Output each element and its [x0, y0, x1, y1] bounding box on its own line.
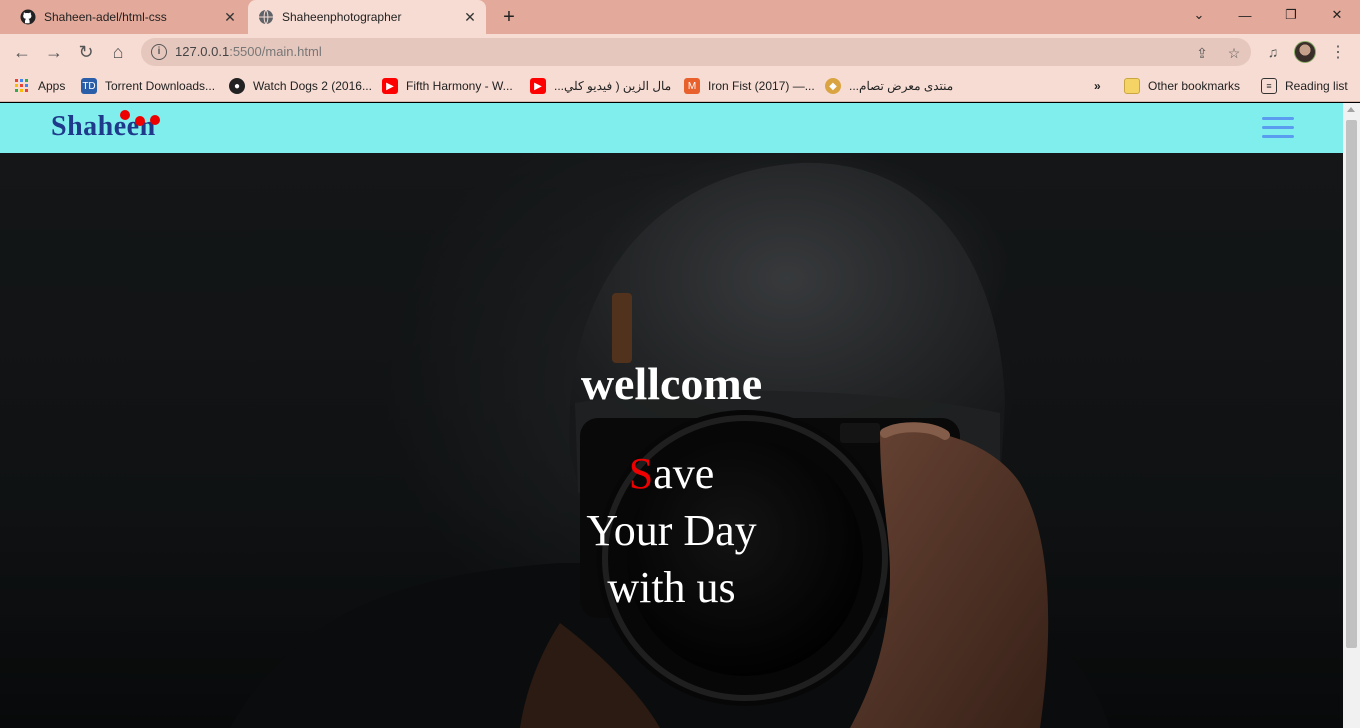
scrollbar-thumb[interactable] — [1346, 120, 1357, 648]
address-url[interactable]: 127.0.0.1:5500/main.html — [175, 44, 322, 59]
hero-welcome-heading: wellcome — [580, 358, 763, 409]
reload-icon[interactable]: ↻ — [74, 40, 98, 64]
share-icon[interactable]: ⇪ — [1193, 44, 1211, 62]
hero-section: wellcome Save Your Day with us — [0, 153, 1343, 728]
bookmark-label: ...منتدى معرض تصام — [849, 79, 954, 93]
tab-search-icon[interactable]: ⌄ — [1176, 0, 1222, 30]
home-icon[interactable]: ⌂ — [106, 40, 130, 64]
reading-list-button[interactable]: ≡ Reading list — [1261, 76, 1348, 96]
hero-text: wellcome Save Your Day with us — [0, 153, 1343, 728]
bookmark-label: Other bookmarks — [1148, 79, 1241, 93]
bookmark-fifth-harmony[interactable]: ▶ Fifth Harmony - W... — [382, 76, 513, 96]
new-tab-button[interactable]: + — [498, 6, 520, 28]
logo-dot — [120, 110, 130, 120]
bookmarks-bar: Apps TD Torrent Downloads... ● Watch Dog… — [0, 70, 1360, 102]
scroll-up-icon[interactable] — [1347, 107, 1355, 112]
tab-shaheenphotographer[interactable]: Shaheenphotographer ✕ — [248, 0, 486, 34]
globe-icon — [258, 9, 274, 25]
bookmark-arabic-video[interactable]: ▶ ...مال الزين ( فيديو كلي — [530, 76, 671, 96]
bookmark-watch-dogs[interactable]: ● Watch Dogs 2 (2016... — [229, 76, 372, 96]
media-control-icon[interactable]: ♫ — [1264, 43, 1282, 61]
iron-fist-icon: M — [684, 78, 700, 94]
watch-dogs-icon: ● — [229, 78, 245, 94]
site-header: Shaheen — [0, 103, 1343, 153]
forward-icon[interactable]: → — [42, 40, 66, 64]
bookmark-forum[interactable]: ◆ ...منتدى معرض تصام — [825, 76, 953, 96]
logo-dot — [150, 115, 160, 125]
tab-title: Shaheenphotographer — [282, 10, 402, 24]
forum-icon: ◆ — [825, 78, 841, 94]
torrent-icon: TD — [81, 78, 97, 94]
youtube-icon: ▶ — [382, 78, 398, 94]
tagline-line-3: with us — [607, 563, 736, 612]
close-icon[interactable]: ✕ — [462, 9, 478, 25]
close-icon[interactable]: ✕ — [222, 9, 238, 25]
logo-dot — [135, 116, 145, 126]
address-bar[interactable]: i 127.0.0.1:5500/main.html ⇪ ☆ — [141, 38, 1251, 66]
youtube-icon: ▶ — [530, 78, 546, 94]
bookmark-label: Torrent Downloads... — [105, 79, 216, 93]
hamburger-menu-icon[interactable] — [1262, 117, 1294, 139]
site-info-icon[interactable]: i — [151, 44, 167, 60]
bookmark-torrent[interactable]: TD Torrent Downloads... — [81, 76, 215, 96]
apps-grid-icon — [14, 78, 30, 94]
back-icon[interactable]: ← — [10, 40, 34, 64]
bookmark-label: Watch Dogs 2 (2016... — [253, 79, 372, 93]
tab-strip: Shaheen-adel/html-css ✕ Shaheenphotograp… — [0, 0, 1360, 34]
page-viewport: Shaheen wellcome Save Your Day with us — [0, 103, 1343, 728]
menu-kebab-icon[interactable]: ⋮ — [1329, 43, 1347, 61]
url-path: :5500/main.html — [229, 44, 322, 59]
bookmark-iron-fist[interactable]: M Iron Fist (2017) —... — [684, 76, 815, 96]
bookmark-other[interactable]: Other bookmarks — [1124, 76, 1240, 96]
bookmark-apps[interactable]: Apps — [14, 76, 65, 96]
url-host: 127.0.0.1 — [175, 44, 230, 59]
reading-list-icon: ≡ — [1261, 78, 1277, 94]
bookmark-star-icon[interactable]: ☆ — [1225, 44, 1243, 62]
hero-tagline: Save Your Day with us — [0, 445, 1343, 616]
tab-title: Shaheen-adel/html-css — [44, 10, 167, 24]
github-icon — [20, 9, 36, 25]
bookmark-label: Apps — [38, 79, 66, 93]
page-scrollbar[interactable] — [1343, 103, 1360, 728]
bookmark-label: Reading list — [1285, 79, 1348, 93]
folder-icon — [1124, 78, 1140, 94]
minimize-icon[interactable]: — — [1222, 0, 1268, 30]
bookmark-label: ...مال الزين ( فيديو كلي — [554, 79, 672, 93]
restore-icon[interactable]: ❐ — [1268, 0, 1314, 30]
bookmarks-overflow-button[interactable]: » — [1094, 76, 1101, 96]
tagline-line-1-rest: ave — [653, 449, 715, 498]
profile-avatar[interactable] — [1294, 41, 1316, 63]
bookmark-label: Iron Fist (2017) —... — [708, 79, 815, 93]
window-close-icon[interactable]: ✕ — [1314, 0, 1360, 30]
tagline-accent-letter: S — [628, 449, 654, 498]
browser-toolbar: ← → ↻ ⌂ i 127.0.0.1:5500/main.html ⇪ ☆ ♫… — [0, 34, 1360, 70]
tagline-line-2: Your Day — [586, 506, 757, 555]
tagline-line-1: Save — [0, 445, 1343, 502]
tab-github[interactable]: Shaheen-adel/html-css ✕ — [10, 0, 246, 34]
bookmark-label: Fifth Harmony - W... — [406, 79, 513, 93]
